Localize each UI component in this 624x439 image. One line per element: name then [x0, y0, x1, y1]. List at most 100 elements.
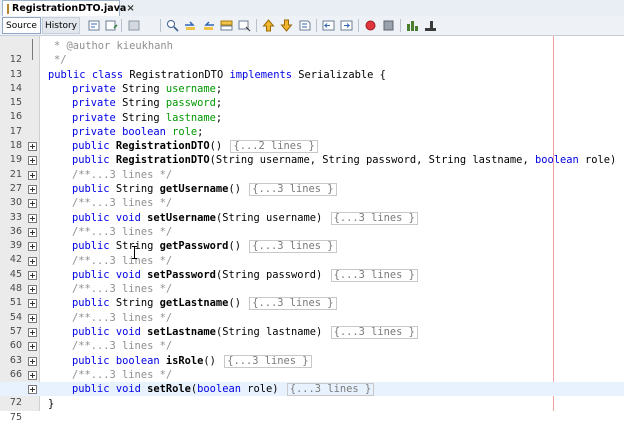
toggle-rectangular-selection-icon[interactable] — [238, 19, 251, 32]
code-line[interactable]: 19 public RegistrationDTO() {...2 lines … — [0, 139, 624, 165]
code-line[interactable]: 42 public String getPassword() {...3 lin… — [0, 239, 624, 265]
find-icon[interactable] — [166, 19, 179, 32]
folded-block[interactable]: {...3 lines } — [330, 211, 418, 225]
forward-icon[interactable] — [128, 19, 141, 32]
folded-comment[interactable]: /**...3 lines */ — [72, 226, 172, 238]
folded-block[interactable]: {...3 lines } — [224, 354, 312, 368]
folded-block[interactable]: {...2 lines } — [230, 140, 318, 154]
code-line[interactable]: 45 /**...3 lines */ — [0, 254, 624, 280]
keyword: public — [72, 183, 110, 195]
code-text: public boolean isRole() {...3 lines } — [72, 354, 312, 368]
line-number: 75 — [9, 411, 22, 423]
tab-history[interactable]: History — [42, 17, 80, 34]
code-line[interactable]: 17 private String lastname; — [0, 111, 624, 137]
punctuation: } — [48, 397, 55, 410]
field-name: username — [165, 82, 216, 95]
last-edit-icon[interactable] — [88, 19, 101, 32]
code-line[interactable]: 66 public boolean isRole() {...3 lines } — [0, 354, 624, 380]
code-line[interactable]: 75 } — [0, 397, 624, 423]
folded-block[interactable]: {...3 lines } — [286, 383, 375, 397]
code-text: /**...3 lines */ — [72, 311, 172, 325]
find-next-icon[interactable] — [202, 19, 215, 32]
folded-comment[interactable]: /**...3 lines */ — [72, 369, 172, 381]
find-previous-icon[interactable] — [184, 19, 197, 32]
code-line[interactable]: 39 /**...3 lines */ — [0, 225, 624, 251]
expand-fold-icon[interactable] — [28, 142, 37, 152]
field-name: role — [172, 125, 198, 138]
method-name: getUsername — [159, 183, 229, 195]
expand-fold-icon[interactable] — [28, 313, 37, 323]
comment-icon[interactable] — [406, 19, 419, 32]
expand-fold-icon[interactable] — [28, 299, 37, 309]
expand-fold-icon[interactable] — [28, 227, 37, 237]
folded-block[interactable]: {...3 lines } — [249, 297, 337, 311]
shift-left-icon[interactable] — [322, 19, 335, 32]
code-line[interactable]: 27 /**...3 lines */ — [0, 168, 624, 194]
code-line[interactable]: 13 */ — [0, 53, 624, 80]
code-line-current[interactable]: 72 public void setRole(boolean role) {..… — [0, 382, 624, 408]
code-line[interactable]: 33 /**...3 lines */ — [0, 196, 624, 222]
folded-comment[interactable]: /**...3 lines */ — [72, 255, 172, 267]
expand-fold-icon[interactable] — [28, 256, 37, 266]
expand-fold-icon[interactable] — [28, 328, 37, 337]
expand-fold-icon[interactable] — [28, 342, 37, 352]
code-line[interactable]: 36 public void setUsername(String userna… — [0, 211, 624, 237]
folded-block[interactable]: {...3 lines } — [249, 240, 337, 254]
code-line[interactable]: 48 public void setPassword(String passwo… — [0, 268, 624, 294]
code-line[interactable]: 60 public void setLastname(String lastna… — [0, 325, 624, 351]
parameters: role) — [240, 383, 279, 396]
folded-comment[interactable]: /**...3 lines */ — [72, 340, 172, 352]
parameters: (String username, String password, Strin… — [209, 154, 535, 167]
folded-comment[interactable]: /**...3 lines */ — [72, 312, 172, 324]
shift-right-icon[interactable] — [340, 19, 353, 32]
folded-block[interactable]: {...3 lines } — [249, 183, 337, 196]
toggle-bookmark-icon[interactable] — [298, 19, 311, 32]
expand-fold-icon[interactable] — [28, 356, 37, 366]
expand-fold-icon[interactable] — [28, 185, 37, 194]
code-line[interactable]: 15 private String username; — [0, 82, 624, 108]
previous-bookmark-icon[interactable] — [262, 19, 275, 32]
type: void — [115, 268, 141, 281]
code-line[interactable]: 51 /**...3 lines */ — [0, 282, 624, 308]
file-tab[interactable]: RegistrationDTO.java × — [2, 0, 135, 16]
tab-source[interactable]: Source — [2, 17, 41, 34]
expand-fold-icon[interactable] — [28, 270, 37, 280]
code-line[interactable]: 14 public class RegistrationDTO implemen… — [0, 68, 624, 94]
stop-macro-recording-icon[interactable] — [382, 19, 395, 32]
code-text: * @author kieukhanh — [54, 39, 173, 53]
expand-fold-icon[interactable] — [28, 156, 37, 166]
folded-block[interactable]: {...3 lines } — [330, 326, 418, 339]
expand-fold-icon[interactable] — [28, 242, 37, 252]
code-line[interactable]: 69 /**...3 lines */ — [0, 368, 624, 394]
toggle-highlight-icon[interactable] — [220, 19, 233, 32]
close-icon[interactable]: × — [126, 3, 134, 14]
expand-fold-icon[interactable] — [28, 170, 37, 180]
next-bookmark-icon[interactable] — [280, 19, 293, 32]
code-line[interactable]: 54 public String getLastname() {...3 lin… — [0, 296, 624, 323]
keyword: private — [72, 111, 116, 124]
code-line[interactable]: 63 /**...3 lines */ — [0, 339, 624, 365]
back-icon[interactable] — [105, 19, 118, 32]
uncomment-icon[interactable] — [424, 19, 437, 32]
expand-fold-icon[interactable] — [28, 285, 37, 295]
expand-fold-icon[interactable] — [28, 385, 37, 395]
expand-fold-icon[interactable] — [28, 370, 37, 380]
start-macro-recording-icon[interactable] — [364, 19, 377, 32]
java-file-icon — [7, 3, 9, 14]
code-line[interactable]: 21 public RegistrationDTO(String usernam… — [0, 153, 624, 179]
keyword: public — [72, 240, 110, 253]
code-line[interactable]: 12 * @author kieukhanh — [0, 39, 624, 65]
folded-block[interactable]: {...3 lines } — [330, 268, 418, 282]
expand-fold-icon[interactable] — [28, 213, 37, 223]
keyword: implements — [229, 68, 293, 81]
folded-comment[interactable]: /**...3 lines */ — [72, 197, 172, 209]
code-line[interactable]: 16 private String password; — [0, 96, 624, 122]
folded-comment[interactable]: /**...3 lines */ — [72, 169, 172, 181]
method-name: setPassword — [147, 268, 216, 281]
code-line[interactable]: 30 public String getUsername() {...3 lin… — [0, 182, 624, 208]
code-line[interactable]: 18 private boolean role; — [0, 125, 624, 151]
code-text: /**...3 lines */ — [72, 254, 172, 268]
expand-fold-icon[interactable] — [28, 199, 37, 209]
folded-comment[interactable]: /**...3 lines */ — [72, 283, 172, 295]
code-line[interactable]: 57 /**...3 lines */ — [0, 311, 624, 337]
